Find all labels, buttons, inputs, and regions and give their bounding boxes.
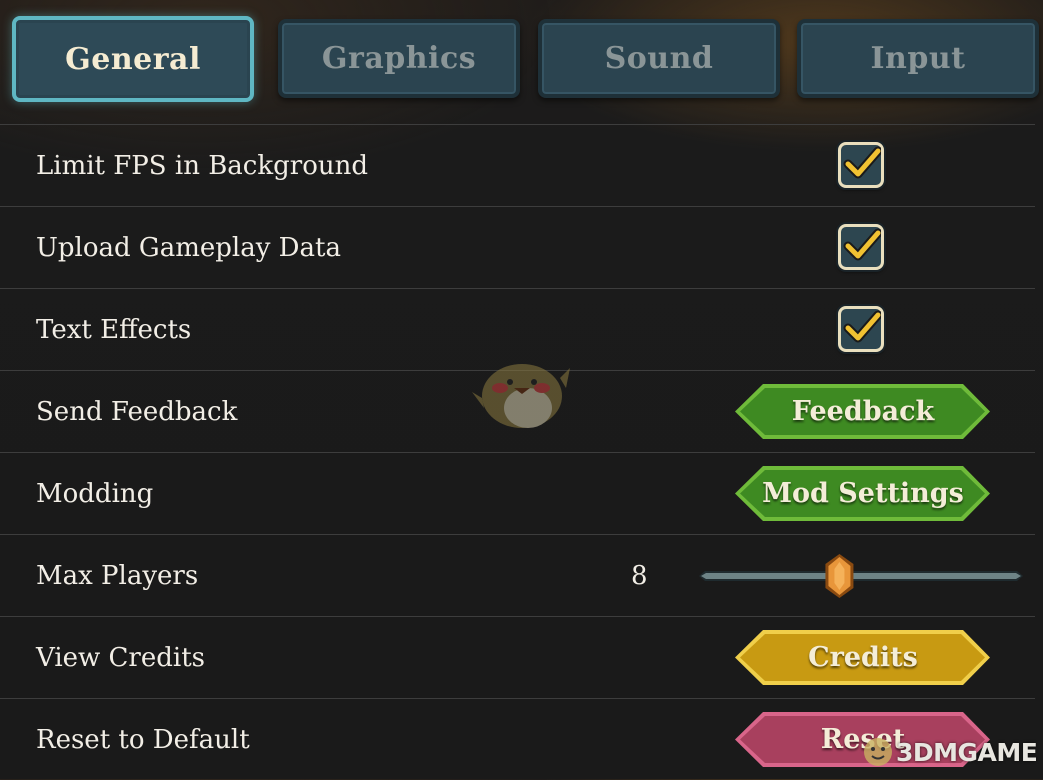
settings-tabs: General Graphics Sound Input <box>0 0 1043 110</box>
limit-fps-checkbox[interactable] <box>838 142 884 188</box>
setting-label: Limit FPS in Background <box>36 150 368 181</box>
max-players-slider[interactable] <box>699 553 1023 599</box>
setting-label: View Credits <box>36 642 205 673</box>
tab-sound[interactable]: Sound <box>538 19 780 98</box>
slider-thumb[interactable] <box>825 554 854 598</box>
watermark-logo-icon <box>864 738 892 766</box>
tab-input[interactable]: Input <box>797 19 1039 98</box>
check-icon <box>843 146 881 179</box>
setting-row-modding: Modding Mod Settings <box>0 452 1035 534</box>
check-icon <box>843 228 881 261</box>
setting-row-limit-fps: Limit FPS in Background <box>0 124 1035 206</box>
tab-graphics-label: Graphics <box>321 41 477 76</box>
setting-row-max-players: Max Players 8 <box>0 534 1035 616</box>
text-effects-checkbox[interactable] <box>838 306 884 352</box>
mod-settings-button[interactable]: Mod Settings <box>735 465 991 522</box>
tab-general-label: General <box>65 41 201 77</box>
setting-row-view-credits: View Credits Credits <box>0 616 1035 698</box>
watermark-text: 3DMGAME <box>896 738 1038 767</box>
setting-label: Send Feedback <box>36 396 238 427</box>
tab-sound-label: Sound <box>604 41 714 76</box>
setting-label: Upload Gameplay Data <box>36 232 341 263</box>
feedback-button[interactable]: Feedback <box>735 383 991 440</box>
tab-general[interactable]: General <box>12 16 254 102</box>
credits-button[interactable]: Credits <box>735 629 991 686</box>
max-players-value: 8 <box>631 560 648 591</box>
feedback-button-label: Feedback <box>791 396 935 427</box>
setting-row-upload-data: Upload Gameplay Data <box>0 206 1035 288</box>
tab-graphics[interactable]: Graphics <box>278 19 520 98</box>
setting-label: Max Players <box>36 560 199 591</box>
check-icon <box>843 310 881 343</box>
mascot-bird-icon <box>472 364 570 428</box>
tab-input-label: Input <box>870 41 966 76</box>
mod-settings-button-label: Mod Settings <box>762 478 964 509</box>
settings-list: Limit FPS in Background Upload Gameplay … <box>0 124 1035 780</box>
setting-label: Modding <box>36 478 154 509</box>
credits-button-label: Credits <box>808 642 918 673</box>
setting-label: Reset to Default <box>36 724 250 755</box>
upload-data-checkbox[interactable] <box>838 224 884 270</box>
watermark: 3DMGAME <box>862 732 1038 776</box>
setting-label: Text Effects <box>36 314 192 345</box>
